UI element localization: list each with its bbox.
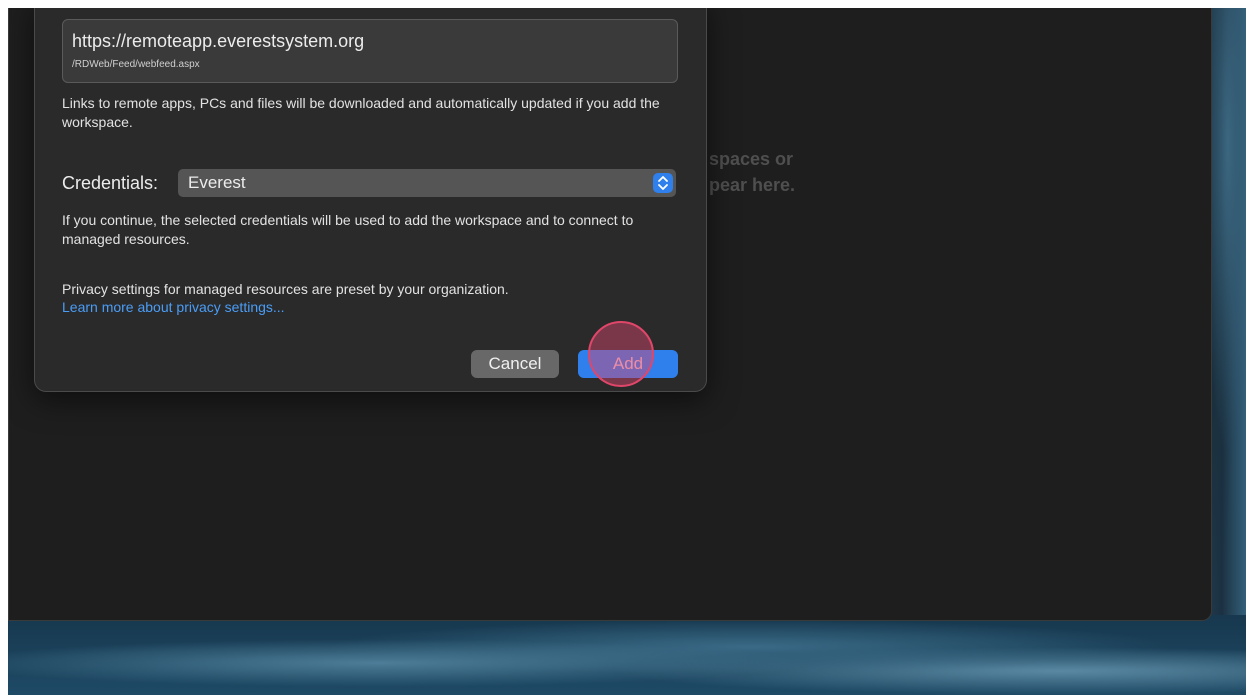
feed-description: Links to remote apps, PCs and files will… [62, 95, 660, 130]
privacy-text: Privacy settings for managed resources a… [62, 281, 509, 297]
empty-state-message: spaces or pear here. [709, 146, 795, 198]
app-window: spaces or pear here. https://remoteapp.e… [8, 8, 1212, 621]
workspace-url-text: https://remoteapp.everestsystem.org [72, 31, 365, 51]
workspace-url-field[interactable]: https://remoteapp.everestsystem.org /RDW… [62, 19, 678, 83]
privacy-settings-link[interactable]: Learn more about privacy settings... [62, 299, 285, 315]
credentials-label: Credentials: [62, 173, 159, 193]
up-down-chevron-icon [653, 173, 673, 193]
add-button[interactable]: Add [578, 350, 678, 378]
credentials-selected-value: Everest [188, 173, 246, 192]
empty-state-line-2: pear here. [709, 175, 796, 195]
workspace-url-path: /RDWeb/Feed/webfeed.aspx [72, 59, 200, 70]
credentials-select[interactable]: Everest [178, 169, 676, 197]
cancel-button[interactable]: Cancel [471, 350, 559, 378]
empty-state-line-1: spaces or [709, 149, 794, 169]
credentials-description: If you continue, the selected credential… [62, 212, 634, 247]
add-workspace-dialog: https://remoteapp.everestsystem.org /RDW… [34, 8, 707, 392]
desktop: spaces or pear here. https://remoteapp.e… [8, 8, 1246, 695]
wallpaper-sea [8, 615, 1246, 695]
